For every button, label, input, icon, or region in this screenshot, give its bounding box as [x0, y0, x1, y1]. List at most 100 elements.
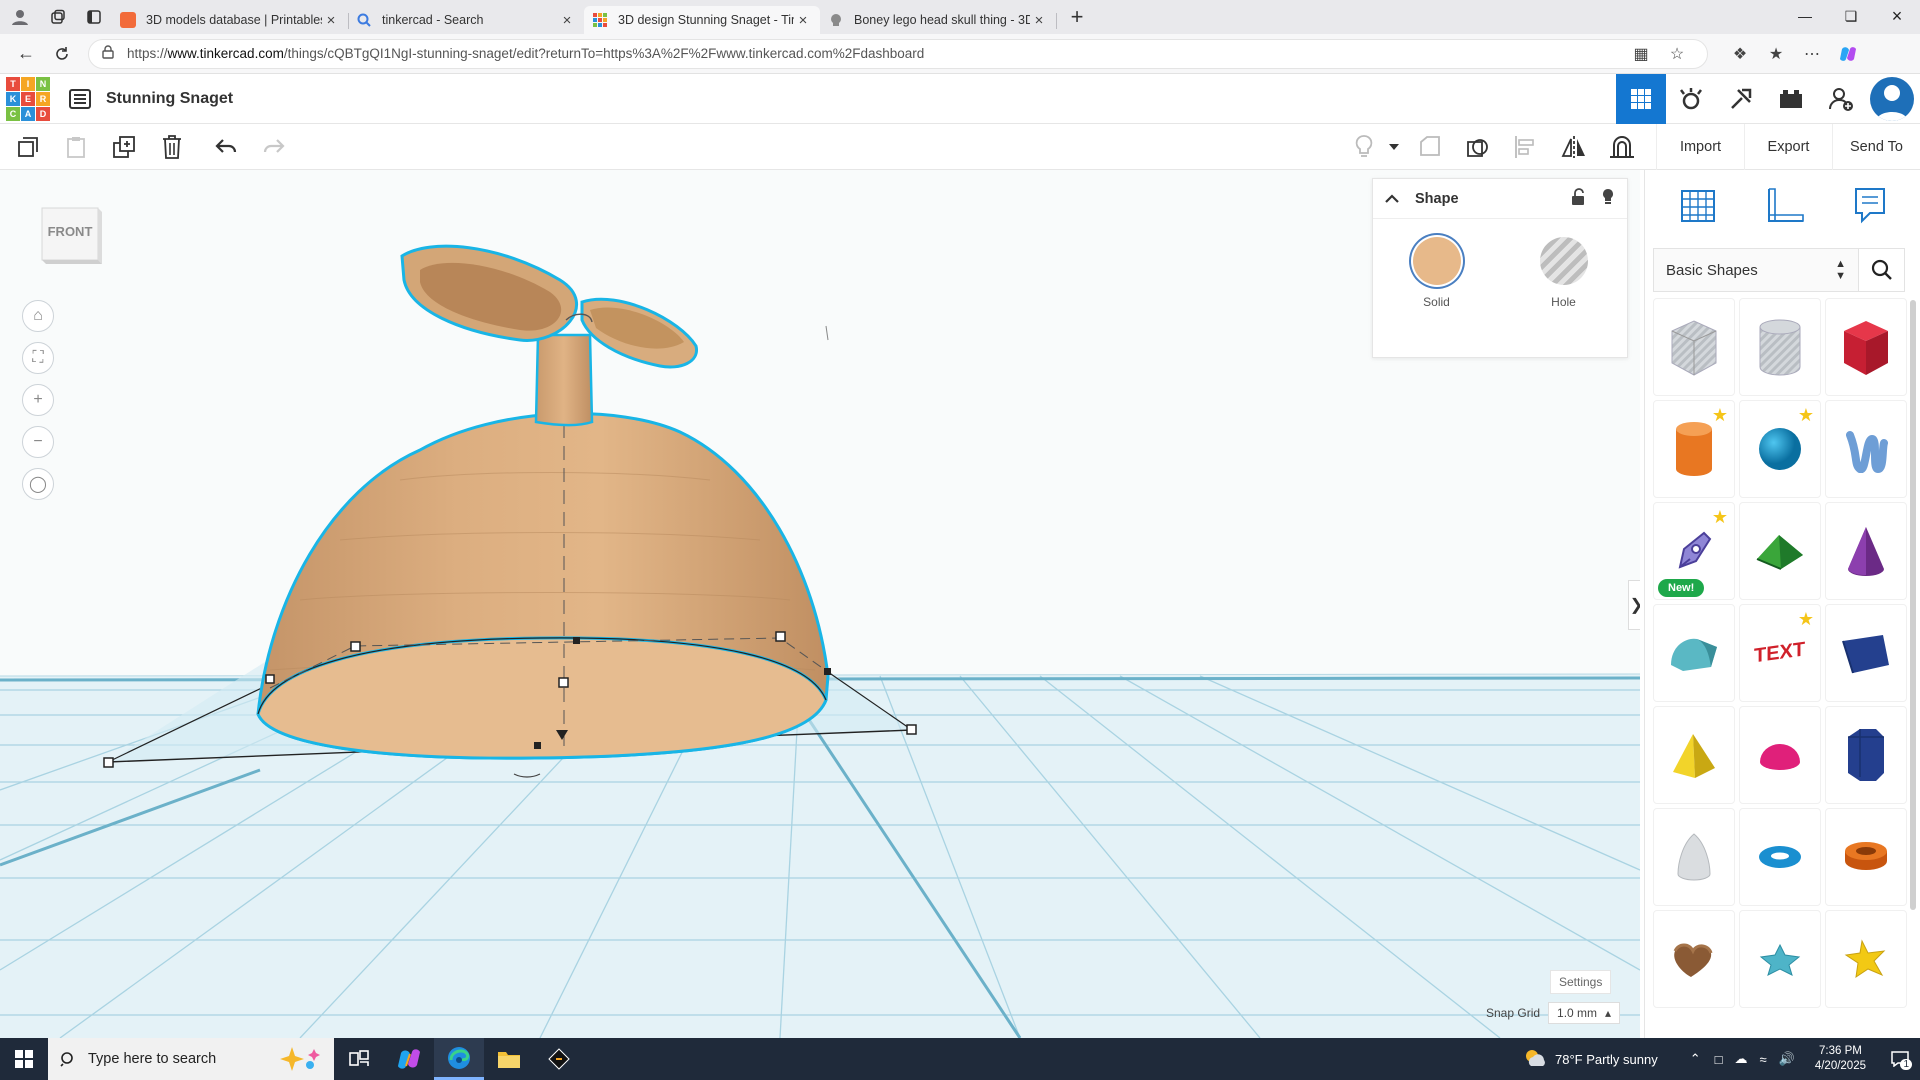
export-button[interactable]: Export	[1744, 124, 1832, 170]
tube-shape[interactable]	[1825, 808, 1907, 906]
tab-actions-icon[interactable]	[76, 0, 112, 34]
solid-option[interactable]: Solid	[1412, 237, 1461, 309]
site-info-icon[interactable]	[101, 45, 115, 62]
browser-tab[interactable]: tinkercad - Search ×	[348, 6, 585, 34]
close-window-icon[interactable]: ×	[1874, 0, 1920, 32]
mirror-icon[interactable]	[1550, 124, 1598, 170]
chevron-up-icon[interactable]: ⌃	[1690, 1051, 1701, 1067]
onedrive-icon[interactable]: ☁	[1735, 1051, 1748, 1067]
refresh-icon[interactable]	[44, 38, 80, 70]
search-icon[interactable]	[1859, 248, 1905, 292]
note-tool-icon[interactable]	[1406, 124, 1454, 170]
perspective-icon[interactable]: ◯	[22, 468, 54, 500]
more-menu-icon[interactable]: ⋯	[1794, 39, 1830, 69]
polygon-shape[interactable]	[1825, 706, 1907, 804]
system-clock[interactable]: 7:36 PM 4/20/2025	[1815, 1044, 1866, 1074]
weather-text[interactable]: 78°F Partly sunny	[1555, 1052, 1658, 1067]
browser-tab-active[interactable]: 3D design Stunning Snaget - Tink ×	[584, 6, 820, 34]
workplane-canvas[interactable]: FRONT ⌂ ⛶ + − ◯ Shape Solid Hole Setting…	[0, 170, 1640, 1038]
library-scrollbar[interactable]	[1910, 300, 1916, 910]
task-view-icon[interactable]	[334, 1038, 384, 1080]
extensions-icon[interactable]: ❖	[1722, 39, 1758, 69]
windows-start-icon[interactable]	[0, 1038, 48, 1080]
design-title[interactable]: Stunning Snaget	[106, 90, 233, 108]
hole-option[interactable]: Hole	[1539, 237, 1588, 309]
back-icon[interactable]: ←	[8, 38, 44, 70]
workspaces-icon[interactable]	[40, 0, 76, 34]
pyramid-shape[interactable]	[1653, 706, 1735, 804]
browser-tab[interactable]: Boney lego head skull thing - 3D ×	[820, 6, 1057, 34]
import-button[interactable]: Import	[1656, 124, 1744, 170]
settings-button[interactable]: Settings	[1550, 970, 1612, 994]
solid-swatch[interactable]	[1412, 237, 1461, 285]
undo-button[interactable]	[202, 124, 250, 170]
notification-icon[interactable]: 1	[1880, 1051, 1920, 1070]
cruise-icon[interactable]	[1598, 124, 1646, 170]
delete-button[interactable]	[148, 124, 196, 170]
cylinder-shape[interactable]: ★	[1653, 400, 1735, 498]
workplane-grid-icon[interactable]	[1678, 185, 1718, 228]
paste-button[interactable]	[52, 124, 100, 170]
show-light-icon[interactable]	[1346, 124, 1382, 170]
bricks-button[interactable]	[1766, 74, 1816, 124]
browser-tab[interactable]: 3D models database | Printables.c ×	[112, 6, 349, 34]
torus-shape[interactable]	[1739, 808, 1821, 906]
hole-swatch[interactable]	[1539, 237, 1588, 285]
copy-button[interactable]	[4, 124, 52, 170]
box-hole-shape[interactable]	[1653, 298, 1735, 396]
text-shape[interactable]: TEXT ★	[1739, 604, 1821, 702]
panel-toggle-chevron-icon[interactable]: ❯	[1628, 580, 1640, 630]
invite-user-icon[interactable]	[1816, 74, 1866, 124]
send-to-button[interactable]: Send To	[1832, 124, 1920, 170]
star-shape[interactable]	[1739, 910, 1821, 1008]
app-available-icon[interactable]: ▦	[1623, 39, 1659, 69]
new-tab-button[interactable]: +	[1062, 4, 1092, 30]
close-tab-icon[interactable]: ×	[558, 12, 576, 29]
heart-shape[interactable]	[1653, 910, 1735, 1008]
zoom-out-icon[interactable]: −	[22, 426, 54, 458]
favorites-icon[interactable]: ★	[1758, 39, 1794, 69]
restore-icon[interactable]: ❏	[1828, 0, 1874, 32]
codeblocks-button[interactable]	[1716, 74, 1766, 124]
app-icon[interactable]	[534, 1038, 584, 1080]
copilot-app-icon[interactable]	[384, 1038, 434, 1080]
meet-now-icon[interactable]: □	[1715, 1052, 1723, 1067]
sphere-shape[interactable]: ★	[1739, 400, 1821, 498]
shape-category-select[interactable]: Basic Shapes ▲ ▼	[1653, 248, 1859, 292]
star-gold-shape[interactable]	[1825, 910, 1907, 1008]
3d-view-button[interactable]	[1616, 74, 1666, 124]
close-tab-icon[interactable]: ×	[1030, 12, 1048, 29]
zoom-in-icon[interactable]: +	[22, 384, 54, 416]
notes-icon[interactable]	[1852, 185, 1888, 228]
avatar[interactable]	[1870, 77, 1914, 121]
snap-grid-select[interactable]: 1.0 mm ▴	[1548, 1002, 1621, 1024]
view-cube[interactable]: FRONT	[38, 200, 104, 266]
paraboloid-shape[interactable]	[1653, 808, 1735, 906]
url-field[interactable]: https://www.tinkercad.com/things/cQBTgQI…	[88, 38, 1708, 69]
sketch-shape[interactable]: ★ New!	[1653, 502, 1735, 600]
edge-browser-icon[interactable]	[434, 1038, 484, 1080]
copilot-icon[interactable]	[1830, 39, 1866, 69]
wedge-shape[interactable]	[1825, 604, 1907, 702]
favorite-star-icon[interactable]: ☆	[1659, 39, 1695, 69]
wifi-icon[interactable]: ≈	[1760, 1052, 1767, 1067]
close-tab-icon[interactable]: ×	[322, 12, 340, 29]
redo-button[interactable]	[250, 124, 298, 170]
file-explorer-icon[interactable]	[484, 1038, 534, 1080]
weather-icon[interactable]	[1523, 1048, 1547, 1071]
roof-shape[interactable]	[1739, 502, 1821, 600]
minimize-icon[interactable]: —	[1782, 0, 1828, 32]
cone-shape[interactable]	[1825, 502, 1907, 600]
duplicate-button[interactable]	[100, 124, 148, 170]
ruler-icon[interactable]	[1763, 185, 1807, 228]
half-sphere-shape[interactable]	[1739, 706, 1821, 804]
sim-lab-button[interactable]	[1666, 74, 1716, 124]
profile-icon[interactable]	[0, 0, 40, 34]
collapse-chevron-icon[interactable]	[1385, 191, 1399, 206]
align-icon[interactable]	[1502, 124, 1550, 170]
volume-icon[interactable]: 🔊	[1779, 1051, 1795, 1067]
fit-view-icon[interactable]: ⛶	[22, 342, 54, 374]
cylinder-hole-shape[interactable]	[1739, 298, 1821, 396]
box-shape[interactable]	[1825, 298, 1907, 396]
round-roof-shape[interactable]	[1653, 604, 1735, 702]
